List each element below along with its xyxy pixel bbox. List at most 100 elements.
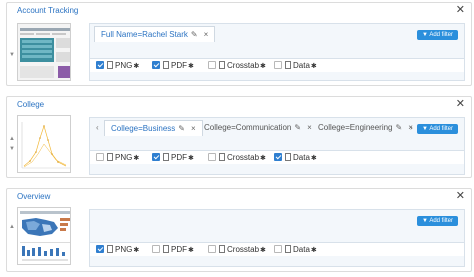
add-filter-button[interactable]: ▼ Add filter: [417, 124, 458, 134]
format-data[interactable]: Data✱: [274, 153, 317, 164]
file-icon: [163, 153, 169, 161]
file-icon: [285, 61, 291, 69]
format-pdf[interactable]: PDF✱: [152, 153, 194, 164]
export-options: Full Name=Rachel Stark ✎ × ▼ Add filter PN…: [89, 23, 465, 81]
file-icon: [107, 61, 113, 69]
panel-title: Account Tracking: [17, 6, 79, 15]
pencil-icon[interactable]: ✎: [396, 123, 403, 132]
pencil-icon[interactable]: ✎: [294, 123, 301, 132]
format-label: Data: [293, 61, 310, 70]
format-data[interactable]: Data✱: [274, 245, 317, 256]
pdf-checkbox[interactable]: [152, 153, 160, 161]
format-label: Crosstab: [227, 153, 260, 162]
format-crosstab[interactable]: Crosstab✱: [208, 153, 266, 164]
filter-icon: ▼: [422, 126, 428, 132]
move-down-icon[interactable]: ▼: [9, 51, 15, 59]
gear-icon[interactable]: ✱: [260, 155, 266, 162]
filter-tab-label: College=Business: [111, 124, 176, 133]
dashboard-thumbnail: [17, 207, 71, 265]
add-filter-button[interactable]: ▼ Add filter: [417, 30, 458, 40]
file-icon: [285, 245, 291, 253]
file-icon: [107, 245, 113, 253]
filter-tabbar: Full Name=Rachel Stark ✎ × ▼ Add filter: [90, 24, 464, 44]
gear-icon[interactable]: ✱: [311, 247, 317, 254]
gear-icon[interactable]: ✱: [188, 155, 194, 162]
format-label: Crosstab: [227, 61, 260, 70]
filter-tab[interactable]: College=Engineering ✎ ×: [312, 120, 419, 136]
scroll-right-icon[interactable]: ›: [410, 120, 413, 136]
dashboard-thumbnail: [17, 115, 71, 173]
format-row: PNG✱ PDF✱ Crosstab✱ Data✱: [90, 150, 464, 164]
gear-icon[interactable]: ✱: [133, 63, 139, 70]
data-checkbox[interactable]: [274, 153, 282, 161]
panel-overview: Overview ✕ ▲ ▼ Add filter PNG✱ PDF✱ Cros…: [6, 188, 472, 272]
filter-tab[interactable]: College=Business ✎ ×: [104, 120, 203, 136]
thumbnail-image: [18, 208, 70, 264]
reorder-arrows: ▲ ▼: [9, 135, 15, 153]
file-icon: [219, 245, 225, 253]
format-png[interactable]: PNG✱: [96, 61, 139, 72]
filter-tab-label: Full Name=Rachel Stark: [101, 30, 188, 39]
scroll-left-icon[interactable]: ‹: [96, 120, 99, 136]
filter-tab-label: College=Communication: [204, 123, 292, 132]
data-checkbox[interactable]: [274, 245, 282, 253]
move-down-icon[interactable]: ▼: [9, 145, 15, 153]
add-filter-label: Add filter: [429, 32, 453, 38]
file-icon: [219, 153, 225, 161]
data-checkbox[interactable]: [274, 61, 282, 69]
png-checkbox[interactable]: [96, 245, 104, 253]
add-filter-label: Add filter: [429, 218, 453, 224]
move-up-icon[interactable]: ▲: [9, 135, 15, 143]
add-filter-button[interactable]: ▼ Add filter: [417, 216, 458, 226]
gear-icon[interactable]: ✱: [311, 155, 317, 162]
format-label: Data: [293, 153, 310, 162]
file-icon: [285, 153, 291, 161]
close-icon[interactable]: ✕: [456, 98, 465, 110]
format-label: Crosstab: [227, 245, 260, 254]
move-up-icon[interactable]: ▲: [9, 223, 15, 231]
gear-icon[interactable]: ✱: [133, 247, 139, 254]
gear-icon[interactable]: ✱: [133, 155, 139, 162]
filter-tabbar: ‹ College=Business ✎ × College=Communicati…: [90, 118, 464, 138]
crosstab-checkbox[interactable]: [208, 61, 216, 69]
panel-college: College ✕ ▲ ▼ ‹ College=Business ✎ × Col…: [6, 96, 472, 178]
format-pdf[interactable]: PDF✱: [152, 245, 194, 256]
format-label: PNG: [115, 245, 133, 254]
format-label: PNG: [115, 61, 133, 70]
close-tab-icon[interactable]: ×: [191, 124, 196, 133]
format-data[interactable]: Data✱: [274, 61, 317, 72]
format-label: PDF: [171, 153, 187, 162]
crosstab-checkbox[interactable]: [208, 153, 216, 161]
format-png[interactable]: PNG✱: [96, 245, 139, 256]
thumbnail-image: [18, 24, 70, 80]
png-checkbox[interactable]: [96, 61, 104, 69]
gear-icon[interactable]: ✱: [260, 247, 266, 254]
format-crosstab[interactable]: Crosstab✱: [208, 245, 266, 256]
crosstab-checkbox[interactable]: [208, 245, 216, 253]
filter-tab[interactable]: College=Communication ✎ ×: [198, 120, 318, 136]
pencil-icon[interactable]: ✎: [178, 124, 185, 133]
gear-icon[interactable]: ✱: [188, 63, 194, 70]
format-label: PNG: [115, 153, 133, 162]
png-checkbox[interactable]: [96, 153, 104, 161]
pdf-checkbox[interactable]: [152, 245, 160, 253]
close-icon[interactable]: ✕: [456, 4, 465, 16]
gear-icon[interactable]: ✱: [260, 63, 266, 70]
file-icon: [163, 245, 169, 253]
close-tab-icon[interactable]: ×: [204, 30, 209, 39]
format-png[interactable]: PNG✱: [96, 153, 139, 164]
pdf-checkbox[interactable]: [152, 61, 160, 69]
gear-icon[interactable]: ✱: [188, 247, 194, 254]
filter-tab-label: College=Engineering: [318, 123, 393, 132]
reorder-arrows: ▼: [9, 51, 15, 59]
pencil-icon[interactable]: ✎: [191, 30, 198, 39]
close-icon[interactable]: ✕: [456, 190, 465, 202]
panel-title: College: [17, 100, 45, 109]
format-label: PDF: [171, 61, 187, 70]
gear-icon[interactable]: ✱: [311, 63, 317, 70]
format-row: PNG✱ PDF✱ Crosstab✱ Data✱: [90, 58, 464, 72]
format-crosstab[interactable]: Crosstab✱: [208, 61, 266, 72]
format-pdf[interactable]: PDF✱: [152, 61, 194, 72]
filter-tab[interactable]: Full Name=Rachel Stark ✎ ×: [94, 26, 216, 42]
filter-icon: ▼: [422, 218, 428, 224]
